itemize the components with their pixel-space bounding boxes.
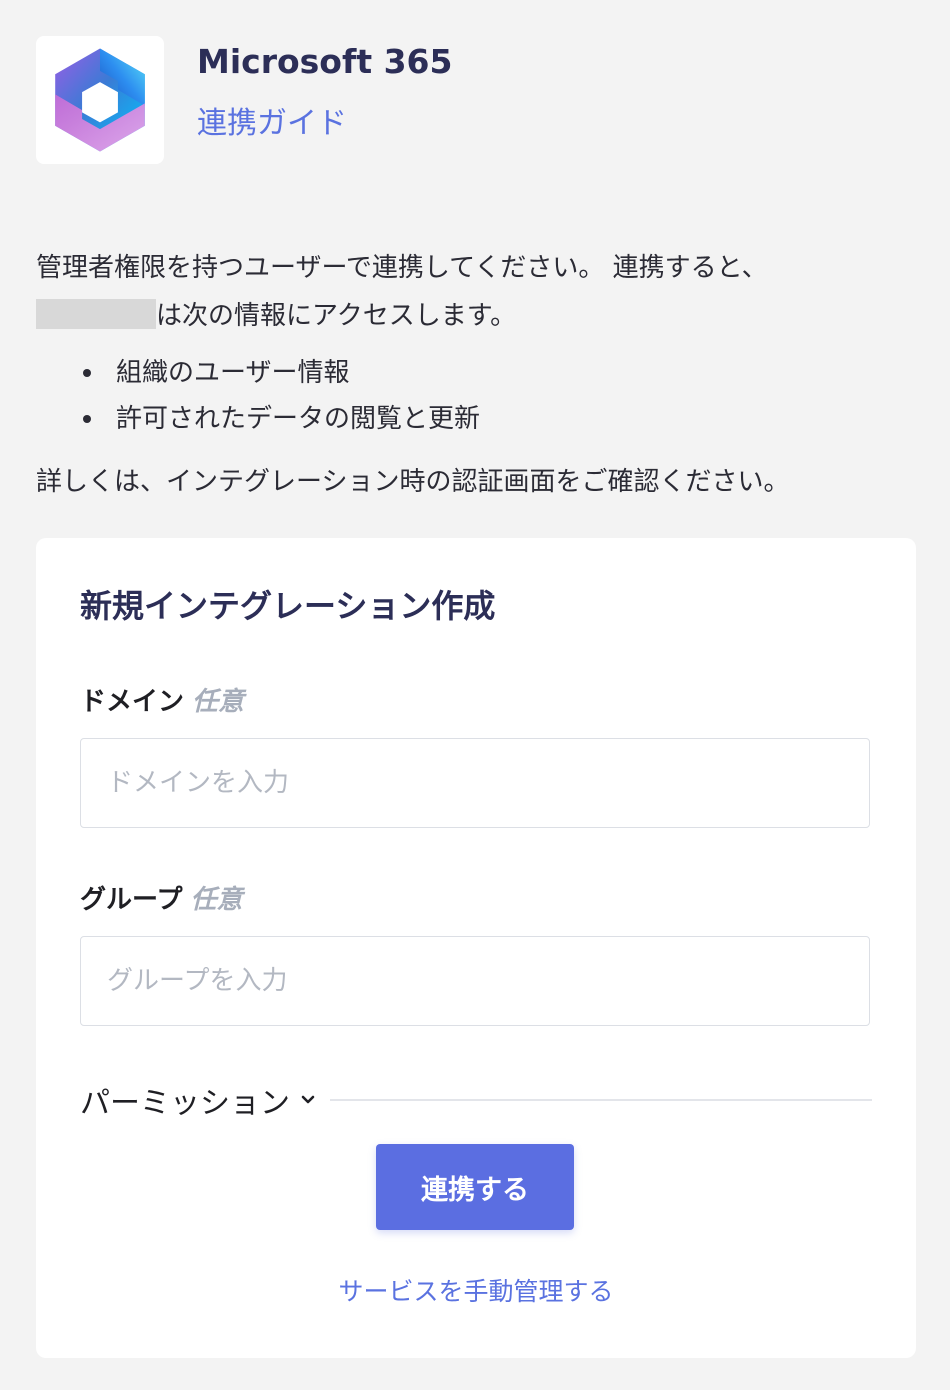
card-title: 新規インテグレーション作成 [80, 587, 496, 625]
list-item-text: 組織のユーザー情報 [116, 358, 350, 388]
redacted-block [36, 299, 156, 329]
permission-toggle[interactable]: パーミッション [80, 1078, 316, 1122]
domain-input[interactable] [80, 738, 870, 828]
group-label-text: グループ [80, 885, 183, 915]
domain-label: ドメイン 任意 [80, 684, 244, 720]
permission-section: パーミッション [80, 1078, 872, 1122]
app-header: Microsoft 365 連携ガイド [36, 36, 452, 164]
bullet-icon [83, 369, 91, 377]
chevron-down-icon [300, 1094, 316, 1106]
intro-line-2: は次の情報にアクセスします。 [156, 301, 517, 331]
access-list: 組織のユーザー情報 許可されたデータの閲覧と更新 [36, 350, 916, 442]
new-integration-card: 新規インテグレーション作成 ドメイン任意 グループ任意 パーミッション 連携する… [36, 538, 916, 1358]
permission-label: パーミッション [80, 1086, 290, 1121]
app-title: Microsoft 365 [197, 42, 453, 81]
integration-guide-link[interactable]: 連携ガイド [197, 104, 347, 144]
list-item-text: 許可されたデータの閲覧と更新 [116, 404, 481, 434]
divider [330, 1099, 872, 1101]
group-optional-tag: 任意 [190, 885, 243, 915]
group-input[interactable] [80, 936, 870, 1026]
list-item: 組織のユーザー情報 [83, 350, 916, 396]
group-label: グループ 任意 [80, 882, 242, 918]
domain-label-text: ドメイン [80, 687, 185, 717]
intro-line-1: 管理者権限を持つユーザーで連携してください。 連携すると、 [36, 253, 768, 283]
list-item: 許可されたデータの閲覧と更新 [83, 396, 916, 442]
microsoft-365-logo [36, 36, 164, 164]
intro-line-2-wrapper: は次の情報にアクセスします。 [36, 292, 916, 340]
intro-section: 管理者権限を持つユーザーで連携してください。 連携すると、 は次の情報にアクセス… [36, 244, 916, 506]
domain-optional-tag: 任意 [192, 687, 245, 717]
details-text: 詳しくは、インテグレーション時の認証画面をご確認ください。 [36, 467, 790, 497]
manual-manage-link[interactable]: サービスを手動管理する [36, 1274, 916, 1310]
bullet-icon [83, 415, 91, 423]
microsoft-365-logo-icon [55, 48, 145, 152]
connect-button[interactable]: 連携する [376, 1144, 574, 1230]
